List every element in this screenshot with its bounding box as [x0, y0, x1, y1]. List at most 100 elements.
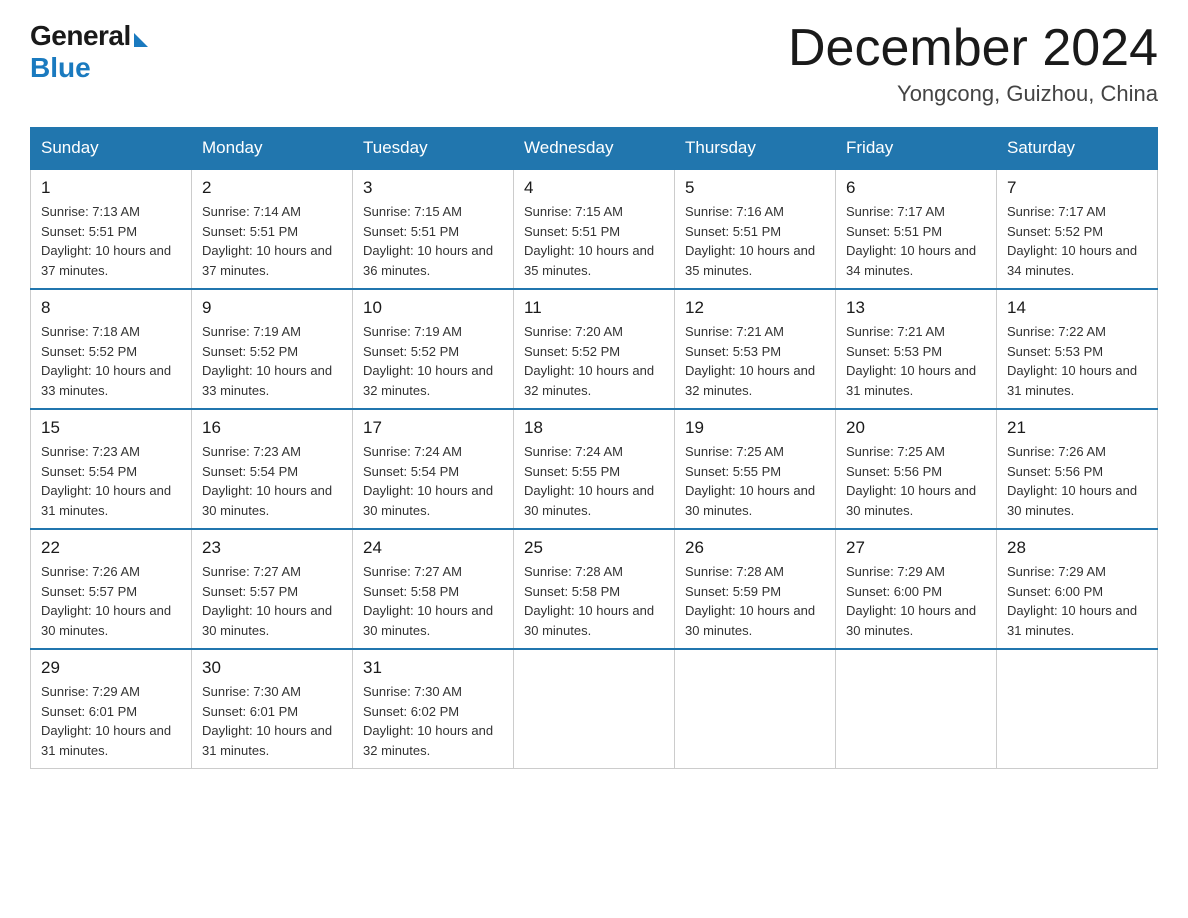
calendar-cell: 11 Sunrise: 7:20 AMSunset: 5:52 PMDaylig… [514, 289, 675, 409]
day-number: 1 [41, 178, 181, 198]
day-info: Sunrise: 7:26 AMSunset: 5:56 PMDaylight:… [1007, 444, 1137, 518]
day-number: 25 [524, 538, 664, 558]
day-number: 14 [1007, 298, 1147, 318]
day-info: Sunrise: 7:29 AMSunset: 6:00 PMDaylight:… [1007, 564, 1137, 638]
logo-blue-text: Blue [30, 52, 91, 84]
day-number: 8 [41, 298, 181, 318]
day-info: Sunrise: 7:29 AMSunset: 6:00 PMDaylight:… [846, 564, 976, 638]
calendar-cell: 2 Sunrise: 7:14 AMSunset: 5:51 PMDayligh… [192, 169, 353, 289]
day-number: 30 [202, 658, 342, 678]
day-info: Sunrise: 7:27 AMSunset: 5:57 PMDaylight:… [202, 564, 332, 638]
day-number: 22 [41, 538, 181, 558]
day-number: 28 [1007, 538, 1147, 558]
calendar-cell: 12 Sunrise: 7:21 AMSunset: 5:53 PMDaylig… [675, 289, 836, 409]
weekday-header-monday: Monday [192, 128, 353, 170]
day-number: 4 [524, 178, 664, 198]
calendar-cell: 16 Sunrise: 7:23 AMSunset: 5:54 PMDaylig… [192, 409, 353, 529]
day-number: 19 [685, 418, 825, 438]
weekday-header-tuesday: Tuesday [353, 128, 514, 170]
day-info: Sunrise: 7:17 AMSunset: 5:51 PMDaylight:… [846, 204, 976, 278]
day-number: 11 [524, 298, 664, 318]
day-number: 16 [202, 418, 342, 438]
day-number: 7 [1007, 178, 1147, 198]
day-info: Sunrise: 7:21 AMSunset: 5:53 PMDaylight:… [685, 324, 815, 398]
day-info: Sunrise: 7:26 AMSunset: 5:57 PMDaylight:… [41, 564, 171, 638]
weekday-header-thursday: Thursday [675, 128, 836, 170]
day-number: 2 [202, 178, 342, 198]
day-number: 24 [363, 538, 503, 558]
logo: General Blue [30, 20, 148, 84]
day-info: Sunrise: 7:19 AMSunset: 5:52 PMDaylight:… [363, 324, 493, 398]
calendar-cell: 27 Sunrise: 7:29 AMSunset: 6:00 PMDaylig… [836, 529, 997, 649]
day-info: Sunrise: 7:30 AMSunset: 6:01 PMDaylight:… [202, 684, 332, 758]
day-info: Sunrise: 7:29 AMSunset: 6:01 PMDaylight:… [41, 684, 171, 758]
location-title: Yongcong, Guizhou, China [788, 81, 1158, 107]
day-info: Sunrise: 7:30 AMSunset: 6:02 PMDaylight:… [363, 684, 493, 758]
calendar-cell: 3 Sunrise: 7:15 AMSunset: 5:51 PMDayligh… [353, 169, 514, 289]
day-info: Sunrise: 7:27 AMSunset: 5:58 PMDaylight:… [363, 564, 493, 638]
day-info: Sunrise: 7:25 AMSunset: 5:56 PMDaylight:… [846, 444, 976, 518]
logo-arrow-icon [134, 33, 148, 47]
title-area: December 2024 Yongcong, Guizhou, China [788, 20, 1158, 107]
calendar-cell: 25 Sunrise: 7:28 AMSunset: 5:58 PMDaylig… [514, 529, 675, 649]
day-number: 15 [41, 418, 181, 438]
day-number: 21 [1007, 418, 1147, 438]
calendar-cell: 1 Sunrise: 7:13 AMSunset: 5:51 PMDayligh… [31, 169, 192, 289]
calendar-cell: 23 Sunrise: 7:27 AMSunset: 5:57 PMDaylig… [192, 529, 353, 649]
day-info: Sunrise: 7:15 AMSunset: 5:51 PMDaylight:… [363, 204, 493, 278]
calendar-cell: 20 Sunrise: 7:25 AMSunset: 5:56 PMDaylig… [836, 409, 997, 529]
day-number: 10 [363, 298, 503, 318]
day-number: 12 [685, 298, 825, 318]
weekday-header-saturday: Saturday [997, 128, 1158, 170]
calendar-cell: 19 Sunrise: 7:25 AMSunset: 5:55 PMDaylig… [675, 409, 836, 529]
day-info: Sunrise: 7:25 AMSunset: 5:55 PMDaylight:… [685, 444, 815, 518]
day-info: Sunrise: 7:15 AMSunset: 5:51 PMDaylight:… [524, 204, 654, 278]
calendar-cell: 15 Sunrise: 7:23 AMSunset: 5:54 PMDaylig… [31, 409, 192, 529]
calendar-cell: 4 Sunrise: 7:15 AMSunset: 5:51 PMDayligh… [514, 169, 675, 289]
calendar-cell [836, 649, 997, 769]
day-info: Sunrise: 7:18 AMSunset: 5:52 PMDaylight:… [41, 324, 171, 398]
day-info: Sunrise: 7:22 AMSunset: 5:53 PMDaylight:… [1007, 324, 1137, 398]
day-number: 27 [846, 538, 986, 558]
day-number: 31 [363, 658, 503, 678]
day-info: Sunrise: 7:16 AMSunset: 5:51 PMDaylight:… [685, 204, 815, 278]
calendar-cell: 6 Sunrise: 7:17 AMSunset: 5:51 PMDayligh… [836, 169, 997, 289]
day-info: Sunrise: 7:23 AMSunset: 5:54 PMDaylight:… [41, 444, 171, 518]
calendar-cell: 13 Sunrise: 7:21 AMSunset: 5:53 PMDaylig… [836, 289, 997, 409]
page-header: General Blue December 2024 Yongcong, Gui… [30, 20, 1158, 107]
day-number: 6 [846, 178, 986, 198]
calendar-cell [514, 649, 675, 769]
calendar-cell: 9 Sunrise: 7:19 AMSunset: 5:52 PMDayligh… [192, 289, 353, 409]
day-info: Sunrise: 7:17 AMSunset: 5:52 PMDaylight:… [1007, 204, 1137, 278]
day-number: 5 [685, 178, 825, 198]
calendar-cell [675, 649, 836, 769]
day-number: 3 [363, 178, 503, 198]
calendar-cell [997, 649, 1158, 769]
calendar-cell: 26 Sunrise: 7:28 AMSunset: 5:59 PMDaylig… [675, 529, 836, 649]
day-info: Sunrise: 7:28 AMSunset: 5:58 PMDaylight:… [524, 564, 654, 638]
calendar-cell: 10 Sunrise: 7:19 AMSunset: 5:52 PMDaylig… [353, 289, 514, 409]
day-info: Sunrise: 7:23 AMSunset: 5:54 PMDaylight:… [202, 444, 332, 518]
day-number: 9 [202, 298, 342, 318]
calendar-cell: 8 Sunrise: 7:18 AMSunset: 5:52 PMDayligh… [31, 289, 192, 409]
calendar-cell: 17 Sunrise: 7:24 AMSunset: 5:54 PMDaylig… [353, 409, 514, 529]
day-info: Sunrise: 7:19 AMSunset: 5:52 PMDaylight:… [202, 324, 332, 398]
day-number: 20 [846, 418, 986, 438]
calendar-cell: 31 Sunrise: 7:30 AMSunset: 6:02 PMDaylig… [353, 649, 514, 769]
calendar-cell: 21 Sunrise: 7:26 AMSunset: 5:56 PMDaylig… [997, 409, 1158, 529]
day-info: Sunrise: 7:24 AMSunset: 5:55 PMDaylight:… [524, 444, 654, 518]
day-number: 29 [41, 658, 181, 678]
calendar-cell: 5 Sunrise: 7:16 AMSunset: 5:51 PMDayligh… [675, 169, 836, 289]
day-info: Sunrise: 7:13 AMSunset: 5:51 PMDaylight:… [41, 204, 171, 278]
weekday-header-friday: Friday [836, 128, 997, 170]
day-info: Sunrise: 7:14 AMSunset: 5:51 PMDaylight:… [202, 204, 332, 278]
weekday-header-sunday: Sunday [31, 128, 192, 170]
calendar-cell: 14 Sunrise: 7:22 AMSunset: 5:53 PMDaylig… [997, 289, 1158, 409]
day-number: 26 [685, 538, 825, 558]
calendar-table: SundayMondayTuesdayWednesdayThursdayFrid… [30, 127, 1158, 769]
calendar-cell: 30 Sunrise: 7:30 AMSunset: 6:01 PMDaylig… [192, 649, 353, 769]
day-info: Sunrise: 7:24 AMSunset: 5:54 PMDaylight:… [363, 444, 493, 518]
calendar-cell: 28 Sunrise: 7:29 AMSunset: 6:00 PMDaylig… [997, 529, 1158, 649]
calendar-cell: 29 Sunrise: 7:29 AMSunset: 6:01 PMDaylig… [31, 649, 192, 769]
calendar-cell: 7 Sunrise: 7:17 AMSunset: 5:52 PMDayligh… [997, 169, 1158, 289]
